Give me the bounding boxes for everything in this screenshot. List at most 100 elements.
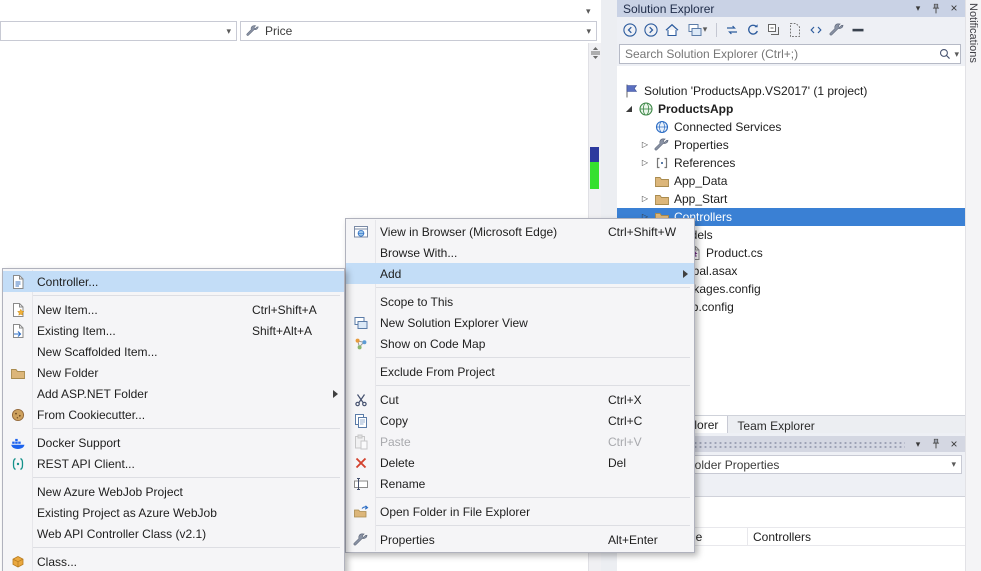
cookiecutter-icon xyxy=(3,407,33,423)
solution-explorer-titlebar[interactable]: Solution Explorer ▾ × xyxy=(617,0,965,17)
submenu-item-rest-api-client[interactable]: REST API Client... xyxy=(3,453,344,474)
window-position-icon[interactable]: ▾ xyxy=(911,1,925,16)
submenu-item-existing-item[interactable]: Existing Item... Shift+Alt+A xyxy=(3,320,344,341)
tree-item-references[interactable]: ▷ References xyxy=(617,154,965,172)
menu-item-cut[interactable]: Cut Ctrl+X xyxy=(346,389,694,410)
paste-icon xyxy=(346,434,376,450)
close-icon[interactable]: × xyxy=(947,437,961,452)
menu-separator xyxy=(33,477,340,478)
menu-item-label: Web API Controller Class (v2.1) xyxy=(37,527,252,541)
tree-item-label: Solution 'ProductsApp.VS2017' (1 project… xyxy=(644,84,867,98)
submenu-item-new-folder[interactable]: New Folder xyxy=(3,362,344,383)
expander-icon[interactable]: ◢ xyxy=(621,100,637,118)
menu-item-label: From Cookiecutter... xyxy=(37,408,252,422)
folder-icon xyxy=(653,173,671,189)
switch-views-button[interactable]: ▾ xyxy=(684,21,710,39)
menu-item-open-folder-in-file-explorer[interactable]: Open Folder in File Explorer xyxy=(346,501,694,522)
submenu-item-new-item[interactable]: New Item... Ctrl+Shift+A xyxy=(3,299,344,320)
menu-item-view-in-browser[interactable]: View in Browser (Microsoft Edge) Ctrl+Sh… xyxy=(346,221,694,242)
menu-item-browse-with[interactable]: Browse With... xyxy=(346,242,694,263)
preview-selected-items-button[interactable] xyxy=(849,21,867,39)
menu-item-shortcut: Del xyxy=(608,456,688,470)
search-icon[interactable] xyxy=(938,47,952,61)
menu-item-label: New Solution Explorer View xyxy=(380,316,608,330)
chevron-down-icon: ▾ xyxy=(946,460,961,469)
menu-separator xyxy=(376,357,690,358)
menu-item-new-solution-explorer-view[interactable]: New Solution Explorer View xyxy=(346,312,694,333)
submenu-item-new-scaffolded-item[interactable]: New Scaffolded Item... xyxy=(3,341,344,362)
sync-with-active-document-button[interactable] xyxy=(723,21,741,39)
tree-item-label: Properties xyxy=(674,138,729,152)
tab-team-explorer[interactable]: Team Explorer xyxy=(728,416,823,434)
properties-button[interactable] xyxy=(828,21,846,39)
submenu-item-class[interactable]: Class... xyxy=(3,551,344,571)
menu-item-shortcut: Ctrl+X xyxy=(608,393,688,407)
menu-item-copy[interactable]: Copy Ctrl+C xyxy=(346,410,694,431)
refresh-button[interactable] xyxy=(744,21,762,39)
menu-item-rename[interactable]: Rename xyxy=(346,473,694,494)
context-menu: View in Browser (Microsoft Edge) Ctrl+Sh… xyxy=(345,218,695,553)
submenu-item-docker-support[interactable]: Docker Support xyxy=(3,432,344,453)
submenu-item-from-cookiecutter[interactable]: From Cookiecutter... xyxy=(3,404,344,425)
submenu-item-add-aspnet-folder[interactable]: Add ASP.NET Folder xyxy=(3,383,344,404)
expander-icon[interactable]: ▷ xyxy=(637,154,653,172)
top-combo-dropdown-icon[interactable]: ▾ xyxy=(586,7,591,16)
menu-item-delete[interactable]: Delete Del xyxy=(346,452,694,473)
expander-icon[interactable]: ▷ xyxy=(637,190,653,208)
tree-item-productsapp[interactable]: ◢ ProductsApp xyxy=(617,100,965,118)
editor-splitter-handle[interactable] xyxy=(589,46,602,60)
submenu-item-existing-project-as-azure-webjob[interactable]: Existing Project as Azure WebJob xyxy=(3,502,344,523)
solution-explorer-search-row: ▾ xyxy=(617,42,965,66)
menu-item-paste[interactable]: Paste Ctrl+V xyxy=(346,431,694,452)
tree-item-connected-services[interactable]: Connected Services xyxy=(617,118,965,136)
menu-item-label: Cut xyxy=(380,393,608,407)
tree-item-app-start[interactable]: ▷ App_Start xyxy=(617,190,965,208)
vs-main-window: ▾ ▾ Price ▾ Notifications Solution Explo… xyxy=(0,0,981,571)
tree-item-app-data[interactable]: App_Data xyxy=(617,172,965,190)
pin-icon[interactable] xyxy=(929,2,943,16)
back-button[interactable] xyxy=(621,21,639,39)
menu-item-label: Add xyxy=(380,267,608,281)
solution-ic xyxy=(623,83,641,99)
view-code-button[interactable] xyxy=(807,21,825,39)
open-folder-icon xyxy=(346,504,376,520)
window-position-icon[interactable]: ▾ xyxy=(911,437,925,452)
search-input[interactable] xyxy=(619,44,961,64)
expander-icon[interactable]: ▷ xyxy=(637,136,653,154)
property-value-cell[interactable]: Controllers xyxy=(748,530,811,544)
references-icon xyxy=(653,155,671,171)
menu-item-show-on-code-map[interactable]: Show on Code Map xyxy=(346,333,694,354)
tree-item-properties[interactable]: ▷ Properties xyxy=(617,136,965,154)
menu-item-scope-to-this[interactable]: Scope to This xyxy=(346,291,694,312)
menu-item-exclude-from-project[interactable]: Exclude From Project xyxy=(346,361,694,382)
menu-item-shortcut: Alt+Enter xyxy=(608,533,688,547)
tree-item-solution[interactable]: Solution 'ProductsApp.VS2017' (1 project… xyxy=(617,82,965,100)
menu-item-label: Existing Item... xyxy=(37,324,252,338)
navbar-member-combobox[interactable]: Price ▾ xyxy=(240,21,597,41)
wrench-icon xyxy=(346,532,376,548)
submenu-item-web-api-controller-class[interactable]: Web API Controller Class (v2.1) xyxy=(3,523,344,544)
show-all-files-button[interactable] xyxy=(786,21,804,39)
navbar-type-combobox[interactable]: ▾ xyxy=(0,21,237,41)
submenu-item-new-azure-webjob-project[interactable]: New Azure WebJob Project xyxy=(3,481,344,502)
titlebar-grip xyxy=(683,440,905,449)
forward-button[interactable] xyxy=(642,21,660,39)
collapse-all-button[interactable] xyxy=(765,21,783,39)
pin-icon[interactable] xyxy=(929,437,943,451)
navbar-member-value: Price xyxy=(260,24,581,38)
menu-item-label: New Azure WebJob Project xyxy=(37,485,252,499)
search-options-icon[interactable]: ▾ xyxy=(954,50,959,59)
menu-item-label: Delete xyxy=(380,456,608,470)
menu-item-properties[interactable]: Properties Alt+Enter xyxy=(346,529,694,550)
home-button[interactable] xyxy=(663,21,681,39)
menu-item-add[interactable]: Add xyxy=(346,263,694,284)
solution-explorer-title: Solution Explorer xyxy=(617,2,911,16)
scrollbar-change-marker-green xyxy=(590,162,599,189)
submenu-item-controller[interactable]: Controller... xyxy=(3,271,344,292)
close-icon[interactable]: × xyxy=(947,1,961,16)
notifications-sidebar-tab[interactable]: Notifications xyxy=(965,0,981,571)
chevron-down-icon: ▾ xyxy=(581,27,596,36)
menu-item-label: Browse With... xyxy=(380,246,608,260)
cut-icon xyxy=(346,392,376,408)
notifications-label: Notifications xyxy=(967,0,979,63)
